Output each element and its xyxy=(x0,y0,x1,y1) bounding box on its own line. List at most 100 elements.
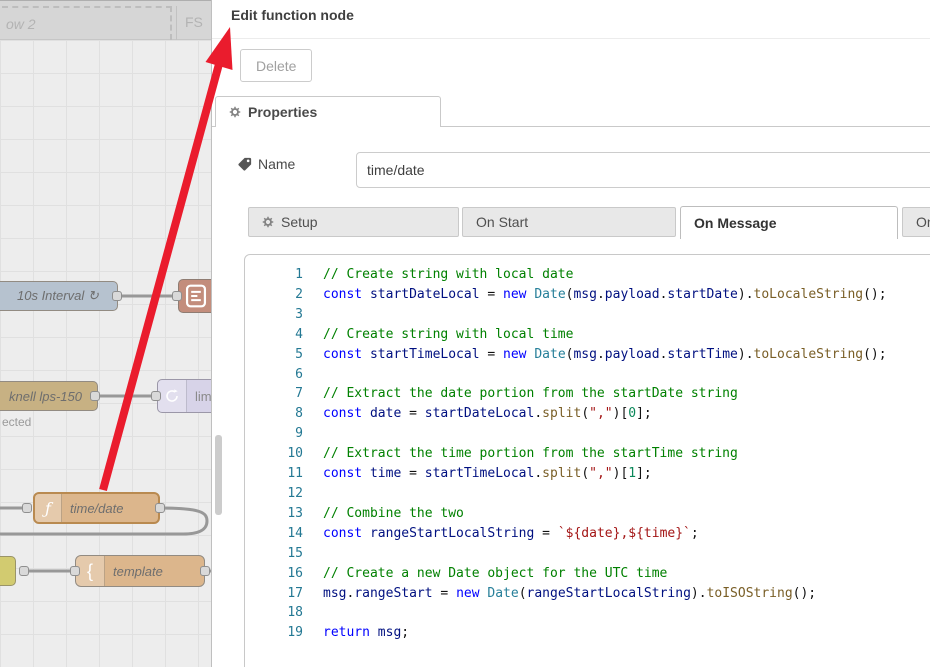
code-line: 7 // Extract the date portion from the st… xyxy=(245,384,930,404)
code-text: // Extract the date portion from the sta… xyxy=(323,384,738,404)
code-line: 15 xyxy=(245,544,930,564)
input-port[interactable] xyxy=(70,566,80,576)
node-yellow-partial[interactable] xyxy=(0,556,16,586)
edit-tray: Edit function node Delete Properties xyxy=(211,0,930,667)
node-knell-lps-150[interactable]: knell lps-150 xyxy=(0,381,98,411)
function-icon: ƒ xyxy=(45,499,51,518)
tab-on-stop[interactable]: On Stop xyxy=(902,207,930,237)
name-input[interactable] xyxy=(356,152,930,188)
code-text: const time = startTimeLocal.split(",")[1… xyxy=(323,464,652,484)
tag-icon xyxy=(238,157,252,171)
code-line: 9 xyxy=(245,424,930,444)
code-text: // Extract the time portion from the sta… xyxy=(323,444,738,464)
code-line: 6 xyxy=(245,365,930,385)
code-line: 2const startDateLocal = new Date(msg.pay… xyxy=(245,285,930,305)
code-line: 13 // Combine the two xyxy=(245,504,930,524)
code-text: msg.rangeStart = new Date(rangeStartLoca… xyxy=(323,584,816,604)
line-number: 12 xyxy=(245,484,303,504)
code-text: // Create string with local date xyxy=(323,265,573,285)
code-text: const startDateLocal = new Date(msg.payl… xyxy=(323,285,887,305)
code-line: 16// Create a new Date object for the UT… xyxy=(245,564,930,584)
function-editor-tabs: Setup On Start On Message On Stop xyxy=(212,206,930,239)
code-line: 19 return msg; xyxy=(245,623,930,643)
code-line: 10 // Extract the time portion from the s… xyxy=(245,444,930,464)
code-text: // Combine the two xyxy=(323,504,464,524)
line-number: 9 xyxy=(245,424,303,444)
tab-label: Properties xyxy=(248,104,317,120)
code-line: 11 const time = startTimeLocal.split(",")… xyxy=(245,464,930,484)
code-text xyxy=(323,603,331,623)
node-label: knell lps-150 xyxy=(1,389,90,404)
output-port[interactable] xyxy=(155,503,165,513)
form-lines-icon xyxy=(185,283,207,309)
code-text xyxy=(323,484,331,504)
node-delay-limit[interactable]: lim xyxy=(157,379,211,413)
line-number: 5 xyxy=(245,345,303,365)
name-label: Name xyxy=(258,156,295,172)
node-inject-10s-interval[interactable]: 10s Interval ↻ xyxy=(0,281,118,311)
code-text: const date = startDateLocal.split(",")[0… xyxy=(323,404,652,424)
properties-tabbar: Properties xyxy=(212,96,930,127)
tab-label: Setup xyxy=(281,214,318,230)
output-port[interactable] xyxy=(90,391,100,401)
code-text xyxy=(323,305,331,325)
line-number: 7 xyxy=(245,384,303,404)
tab-properties[interactable]: Properties xyxy=(215,96,441,127)
code-text: // Create string with local time xyxy=(323,325,573,345)
line-number: 16 xyxy=(245,564,303,584)
line-number: 17 xyxy=(245,584,303,604)
line-number: 11 xyxy=(245,464,303,484)
output-port[interactable] xyxy=(19,566,29,576)
delete-button[interactable]: Delete xyxy=(240,49,312,82)
code-line: 5 const startTimeLocal = new Date(msg.pay… xyxy=(245,345,930,365)
code-text xyxy=(323,544,331,564)
node-label: 10s Interval ↻ xyxy=(9,288,107,304)
input-port[interactable] xyxy=(151,391,161,401)
input-port[interactable] xyxy=(22,503,32,513)
code-line: 1 // Create string with local date xyxy=(245,265,930,285)
output-port[interactable] xyxy=(200,566,210,576)
icon-section xyxy=(158,380,187,412)
node-function-time-date[interactable]: ƒ time/date xyxy=(33,492,160,524)
timer-icon xyxy=(164,388,180,404)
dialog-title: Edit function node xyxy=(231,7,354,23)
code-lines: 1 // Create string with local date2const … xyxy=(245,265,930,643)
curly-brace-icon: { xyxy=(87,561,93,582)
code-text: const rangeStartLocalString = `${date},$… xyxy=(323,524,699,544)
code-line: 14const rangeStartLocalString = `${date}… xyxy=(245,524,930,544)
node-template[interactable]: { template xyxy=(75,555,205,587)
line-number: 13 xyxy=(245,504,303,524)
line-number: 4 xyxy=(245,325,303,345)
node-red-editor: ow 2 FS 10s Interval ↻ xyxy=(0,0,930,667)
line-number: 10 xyxy=(245,444,303,464)
tab-on-message[interactable]: On Message xyxy=(680,206,898,239)
tray-scrollbar[interactable] xyxy=(215,435,222,515)
code-line: 18 xyxy=(245,603,930,623)
gear-icon xyxy=(262,216,274,228)
code-line: 17 msg.rangeStart = new Date(rangeStartLo… xyxy=(245,584,930,604)
node-status-text: ected xyxy=(2,415,31,429)
line-number: 1 xyxy=(245,265,303,285)
input-port[interactable] xyxy=(172,291,182,301)
tab-label: On Message xyxy=(694,215,776,231)
tab-on-start[interactable]: On Start xyxy=(462,207,676,237)
node-label: lim xyxy=(187,389,211,404)
output-port[interactable] xyxy=(112,291,122,301)
code-editor[interactable]: 1 // Create string with local date2const … xyxy=(244,254,930,667)
tab-setup[interactable]: Setup xyxy=(248,207,459,237)
repeat-icon: ↻ xyxy=(88,288,99,303)
flow-canvas[interactable]: ow 2 FS 10s Interval ↻ xyxy=(0,0,211,667)
tray-header: Edit function node xyxy=(212,0,930,39)
node-salmon[interactable] xyxy=(178,279,211,313)
code-line: 12 xyxy=(245,484,930,504)
node-label: template xyxy=(105,564,171,579)
icon-section: { xyxy=(76,556,105,586)
line-number: 15 xyxy=(245,544,303,564)
code-text: const startTimeLocal = new Date(msg.payl… xyxy=(323,345,887,365)
code-text: return msg; xyxy=(323,623,409,643)
code-line: 8const date = startDateLocal.split(",")[… xyxy=(245,404,930,424)
code-line: 3 xyxy=(245,305,930,325)
icon-section: ƒ xyxy=(35,494,62,522)
line-number: 18 xyxy=(245,603,303,623)
line-number: 19 xyxy=(245,623,303,643)
